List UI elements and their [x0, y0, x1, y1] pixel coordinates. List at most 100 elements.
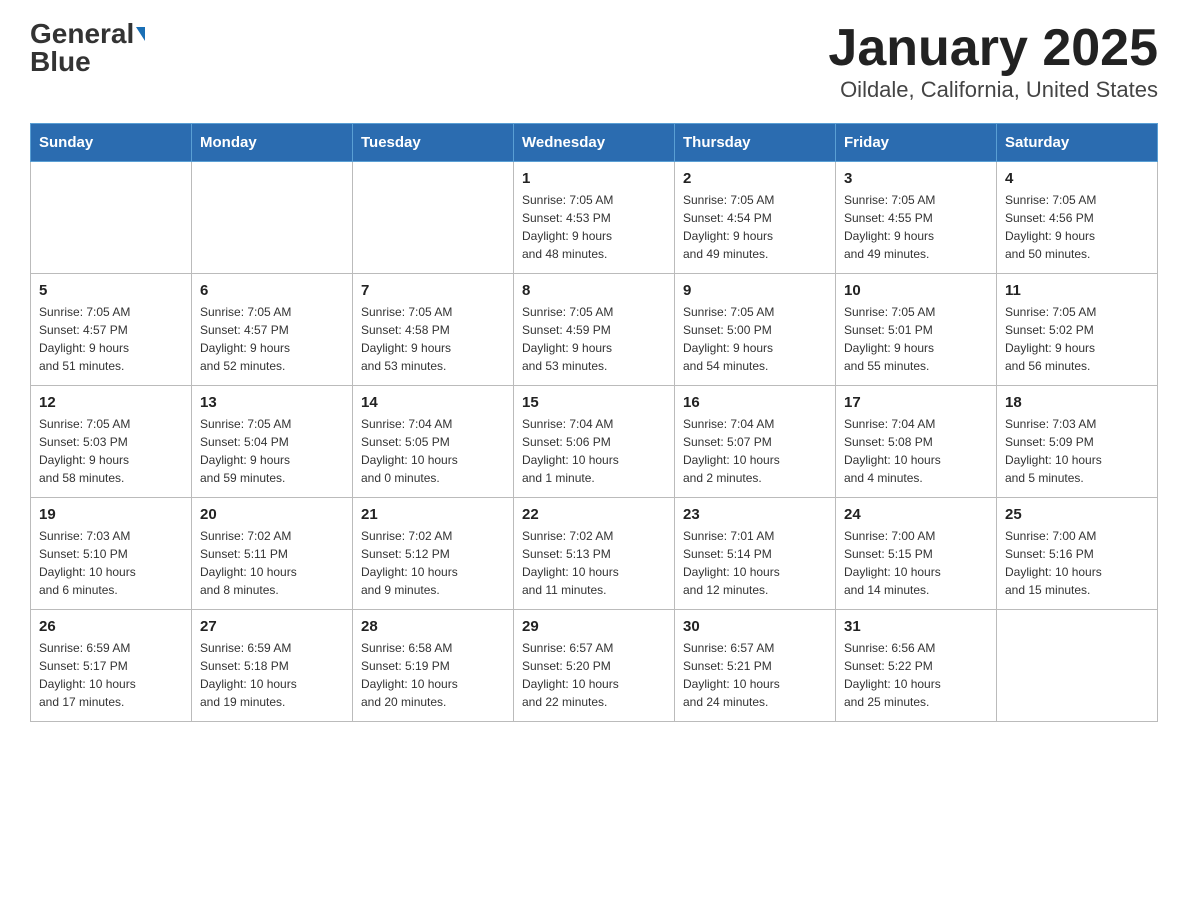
calendar-day-cell: 27 Sunrise: 6:59 AMSunset: 5:18 PMDayligh… [192, 610, 353, 722]
day-number: 31 [844, 618, 988, 635]
days-of-week-row: SundayMondayTuesdayWednesdayThursdayFrid… [31, 124, 1158, 162]
calendar-day-cell: 1 Sunrise: 7:05 AMSunset: 4:53 PMDaylight… [514, 162, 675, 274]
calendar-title: January 2025 [828, 20, 1158, 77]
day-of-week-header: Thursday [675, 124, 836, 162]
day-number: 18 [1005, 394, 1149, 411]
day-number: 10 [844, 282, 988, 299]
logo-text-blue: Blue [30, 46, 91, 77]
calendar-day-cell: 2 Sunrise: 7:05 AMSunset: 4:54 PMDaylight… [675, 162, 836, 274]
day-info: Sunrise: 7:05 AMSunset: 4:58 PMDaylight:… [361, 303, 505, 375]
calendar-day-cell: 3 Sunrise: 7:05 AMSunset: 4:55 PMDaylight… [836, 162, 997, 274]
calendar-week-row: 26Sunrise: 6:59 AMSunset: 5:17 PMDayligh… [31, 610, 1158, 722]
calendar-header: SundayMondayTuesdayWednesdayThursdayFrid… [31, 124, 1158, 162]
day-info: Sunrise: 7:04 AMSunset: 5:05 PMDaylight:… [361, 415, 505, 487]
day-info: Sunrise: 7:05 AMSunset: 4:54 PMDaylight:… [683, 191, 827, 263]
calendar-day-cell: 29 Sunrise: 6:57 AMSunset: 5:20 PMDayligh… [514, 610, 675, 722]
calendar-day-cell: 24 Sunrise: 7:00 AMSunset: 5:15 PMDayligh… [836, 498, 997, 610]
calendar-day-cell: 19 Sunrise: 7:03 AMSunset: 5:10 PMDayligh… [31, 498, 192, 610]
day-info: Sunrise: 6:59 AMSunset: 5:18 PMDaylight:… [200, 639, 344, 711]
day-number: 21 [361, 506, 505, 523]
day-number: 7 [361, 282, 505, 299]
calendar-day-cell: 5Sunrise: 7:05 AMSunset: 4:57 PMDaylight… [31, 274, 192, 386]
calendar-week-row: 5Sunrise: 7:05 AMSunset: 4:57 PMDaylight… [31, 274, 1158, 386]
day-number: 19 [39, 506, 183, 523]
calendar-day-cell [997, 610, 1158, 722]
day-of-week-header: Saturday [997, 124, 1158, 162]
day-number: 3 [844, 170, 988, 187]
calendar-day-cell: 28Sunrise: 6:58 AMSunset: 5:19 PMDayligh… [353, 610, 514, 722]
day-number: 16 [683, 394, 827, 411]
day-info: Sunrise: 7:05 AMSunset: 4:53 PMDaylight:… [522, 191, 666, 263]
calendar-day-cell: 20 Sunrise: 7:02 AMSunset: 5:11 PMDayligh… [192, 498, 353, 610]
day-info: Sunrise: 7:05 AMSunset: 5:03 PMDaylight:… [39, 415, 183, 487]
day-info: Sunrise: 7:00 AMSunset: 5:16 PMDaylight:… [1005, 527, 1149, 599]
day-info: Sunrise: 7:02 AMSunset: 5:12 PMDaylight:… [361, 527, 505, 599]
day-info: Sunrise: 7:05 AMSunset: 4:57 PMDaylight:… [200, 303, 344, 375]
day-number: 29 [522, 618, 666, 635]
day-info: Sunrise: 7:05 AMSunset: 5:02 PMDaylight:… [1005, 303, 1149, 375]
day-number: 4 [1005, 170, 1149, 187]
calendar-day-cell [192, 162, 353, 274]
calendar-week-row: 12Sunrise: 7:05 AMSunset: 5:03 PMDayligh… [31, 386, 1158, 498]
day-number: 30 [683, 618, 827, 635]
calendar-day-cell: 11Sunrise: 7:05 AMSunset: 5:02 PMDayligh… [997, 274, 1158, 386]
page-header: General Blue January 2025 Oildale, Calif… [30, 20, 1158, 103]
calendar-day-cell: 21 Sunrise: 7:02 AMSunset: 5:12 PMDayligh… [353, 498, 514, 610]
day-info: Sunrise: 7:05 AMSunset: 4:59 PMDaylight:… [522, 303, 666, 375]
day-info: Sunrise: 7:03 AMSunset: 5:10 PMDaylight:… [39, 527, 183, 599]
calendar-day-cell: 9 Sunrise: 7:05 AMSunset: 5:00 PMDaylight… [675, 274, 836, 386]
day-number: 20 [200, 506, 344, 523]
day-number: 24 [844, 506, 988, 523]
calendar-day-cell: 23Sunrise: 7:01 AMSunset: 5:14 PMDayligh… [675, 498, 836, 610]
day-info: Sunrise: 7:05 AMSunset: 5:04 PMDaylight:… [200, 415, 344, 487]
calendar-day-cell: 13 Sunrise: 7:05 AMSunset: 5:04 PMDayligh… [192, 386, 353, 498]
day-number: 27 [200, 618, 344, 635]
calendar-day-cell: 22Sunrise: 7:02 AMSunset: 5:13 PMDayligh… [514, 498, 675, 610]
day-number: 9 [683, 282, 827, 299]
logo: General Blue [30, 20, 145, 76]
day-info: Sunrise: 7:05 AMSunset: 5:01 PMDaylight:… [844, 303, 988, 375]
day-number: 2 [683, 170, 827, 187]
calendar-day-cell: 14 Sunrise: 7:04 AMSunset: 5:05 PMDayligh… [353, 386, 514, 498]
day-info: Sunrise: 7:04 AMSunset: 5:07 PMDaylight:… [683, 415, 827, 487]
calendar-day-cell: 10 Sunrise: 7:05 AMSunset: 5:01 PMDayligh… [836, 274, 997, 386]
calendar-day-cell: 6Sunrise: 7:05 AMSunset: 4:57 PMDaylight… [192, 274, 353, 386]
day-info: Sunrise: 7:05 AMSunset: 4:55 PMDaylight:… [844, 191, 988, 263]
day-info: Sunrise: 7:05 AMSunset: 4:57 PMDaylight:… [39, 303, 183, 375]
calendar-table: SundayMondayTuesdayWednesdayThursdayFrid… [30, 123, 1158, 722]
calendar-day-cell [353, 162, 514, 274]
day-number: 13 [200, 394, 344, 411]
day-of-week-header: Tuesday [353, 124, 514, 162]
day-info: Sunrise: 7:05 AMSunset: 4:56 PMDaylight:… [1005, 191, 1149, 263]
calendar-day-cell: 15 Sunrise: 7:04 AMSunset: 5:06 PMDayligh… [514, 386, 675, 498]
day-info: Sunrise: 7:04 AMSunset: 5:06 PMDaylight:… [522, 415, 666, 487]
day-number: 15 [522, 394, 666, 411]
title-block: January 2025 Oildale, California, United… [828, 20, 1158, 103]
day-info: Sunrise: 6:57 AMSunset: 5:20 PMDaylight:… [522, 639, 666, 711]
day-info: Sunrise: 7:04 AMSunset: 5:08 PMDaylight:… [844, 415, 988, 487]
calendar-day-cell: 16 Sunrise: 7:04 AMSunset: 5:07 PMDayligh… [675, 386, 836, 498]
day-info: Sunrise: 7:00 AMSunset: 5:15 PMDaylight:… [844, 527, 988, 599]
day-info: Sunrise: 6:56 AMSunset: 5:22 PMDaylight:… [844, 639, 988, 711]
day-of-week-header: Sunday [31, 124, 192, 162]
day-number: 23 [683, 506, 827, 523]
day-number: 1 [522, 170, 666, 187]
day-info: Sunrise: 7:02 AMSunset: 5:11 PMDaylight:… [200, 527, 344, 599]
calendar-subtitle: Oildale, California, United States [828, 77, 1158, 103]
day-info: Sunrise: 6:58 AMSunset: 5:19 PMDaylight:… [361, 639, 505, 711]
day-info: Sunrise: 6:57 AMSunset: 5:21 PMDaylight:… [683, 639, 827, 711]
day-number: 26 [39, 618, 183, 635]
day-info: Sunrise: 7:02 AMSunset: 5:13 PMDaylight:… [522, 527, 666, 599]
calendar-day-cell: 18Sunrise: 7:03 AMSunset: 5:09 PMDayligh… [997, 386, 1158, 498]
calendar-day-cell: 12Sunrise: 7:05 AMSunset: 5:03 PMDayligh… [31, 386, 192, 498]
day-info: Sunrise: 7:05 AMSunset: 5:00 PMDaylight:… [683, 303, 827, 375]
calendar-day-cell: 8Sunrise: 7:05 AMSunset: 4:59 PMDaylight… [514, 274, 675, 386]
logo-text-general: General [30, 20, 134, 48]
calendar-day-cell: 7 Sunrise: 7:05 AMSunset: 4:58 PMDaylight… [353, 274, 514, 386]
day-number: 14 [361, 394, 505, 411]
calendar-day-cell [31, 162, 192, 274]
calendar-week-row: 1 Sunrise: 7:05 AMSunset: 4:53 PMDaylight… [31, 162, 1158, 274]
calendar-day-cell: 25 Sunrise: 7:00 AMSunset: 5:16 PMDayligh… [997, 498, 1158, 610]
calendar-day-cell: 31 Sunrise: 6:56 AMSunset: 5:22 PMDayligh… [836, 610, 997, 722]
day-number: 25 [1005, 506, 1149, 523]
